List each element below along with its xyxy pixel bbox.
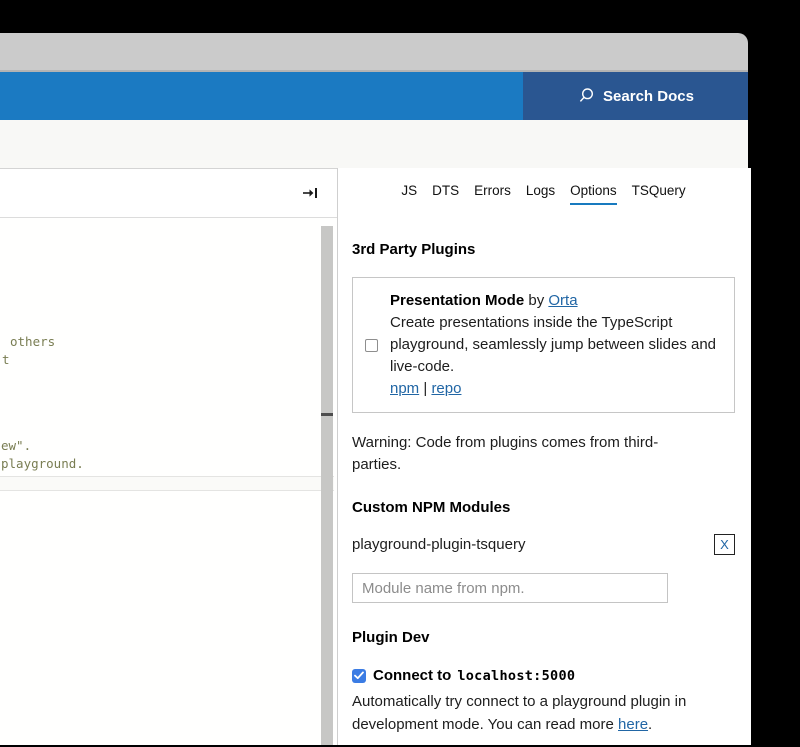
- plugin-link-separator: |: [423, 380, 427, 397]
- plugin-dev-description: Automatically try connect to a playgroun…: [352, 690, 724, 736]
- custom-npm-modules-heading: Custom NPM Modules: [352, 499, 735, 517]
- plugin-info: Presentation Mode by Orta Create present…: [390, 290, 722, 400]
- plugin-npm-link[interactable]: npm: [390, 380, 419, 397]
- editor-toolbar: [0, 168, 337, 218]
- connect-checkbox[interactable]: [352, 669, 366, 683]
- sidebar-tabs: JS DTS Errors Logs Options TSQuery: [352, 183, 735, 205]
- search-docs-label: Search Docs: [603, 88, 694, 105]
- connect-host: localhost:5000: [457, 668, 575, 684]
- third-party-plugins-heading: 3rd Party Plugins: [352, 241, 735, 259]
- site-header: Search Docs: [0, 72, 748, 120]
- tab-dts[interactable]: DTS: [432, 183, 459, 205]
- playground-window: Search Docs others t ew". playground.: [0, 33, 748, 747]
- plugin-dev-description-suffix: .: [648, 716, 652, 733]
- checkmark-icon: [354, 671, 364, 680]
- tab-js[interactable]: JS: [401, 183, 417, 205]
- tab-options[interactable]: Options: [570, 183, 617, 205]
- editor-scrollbar[interactable]: [321, 226, 333, 745]
- plugin-card: Presentation Mode by Orta Create present…: [352, 277, 735, 413]
- module-name-input[interactable]: [352, 573, 668, 603]
- code-line: t: [2, 352, 10, 367]
- plugins-warning-text: Warning: Code from plugins comes from th…: [352, 432, 702, 476]
- editor-pane: others t ew". playground.: [0, 168, 338, 745]
- search-docs-button[interactable]: Search Docs: [523, 72, 748, 120]
- plugin-description: Create presentations inside the TypeScri…: [390, 312, 722, 378]
- code-editor[interactable]: others t ew". playground.: [0, 218, 337, 745]
- connect-label: Connect to localhost:5000: [373, 667, 575, 684]
- window-titlebar[interactable]: [0, 33, 748, 72]
- connect-label-text: Connect to: [373, 667, 451, 684]
- custom-module-name: playground-plugin-tsquery: [352, 536, 525, 553]
- plugin-repo-link[interactable]: repo: [431, 380, 461, 397]
- code-line: ew".: [1, 438, 31, 453]
- tab-logs[interactable]: Logs: [526, 183, 555, 205]
- plugin-by-label: by: [528, 292, 544, 309]
- read-more-link[interactable]: here: [618, 716, 648, 733]
- tab-tsquery[interactable]: TSQuery: [632, 183, 686, 205]
- toolbar-band: [0, 120, 748, 168]
- connect-localhost-row: Connect to localhost:5000: [352, 667, 735, 684]
- search-icon: [577, 87, 595, 105]
- plugin-title: Presentation Mode: [390, 292, 524, 309]
- plugin-links: npm | repo: [390, 378, 722, 400]
- editor-separator: [0, 476, 334, 491]
- scrollbar-marker: [321, 413, 333, 416]
- plugins-sidebar: JS DTS Errors Logs Options TSQuery 3rd P…: [338, 168, 751, 745]
- plugin-dev-heading: Plugin Dev: [352, 629, 735, 647]
- plugin-enable-checkbox[interactable]: [365, 339, 378, 352]
- plugin-title-row: Presentation Mode by Orta: [390, 290, 722, 312]
- desktop-background: { "header": { "search_label": "Search Do…: [0, 0, 800, 747]
- remove-module-button[interactable]: X: [714, 534, 735, 555]
- code-line: playground.: [1, 456, 84, 471]
- tab-errors[interactable]: Errors: [474, 183, 511, 205]
- main-area: others t ew". playground. JS DTS Errors …: [0, 168, 748, 745]
- code-line: others: [10, 334, 55, 349]
- collapse-sidebar-icon[interactable]: [302, 187, 318, 199]
- custom-module-row: playground-plugin-tsquery X: [352, 534, 735, 555]
- plugin-author-link[interactable]: Orta: [548, 292, 577, 309]
